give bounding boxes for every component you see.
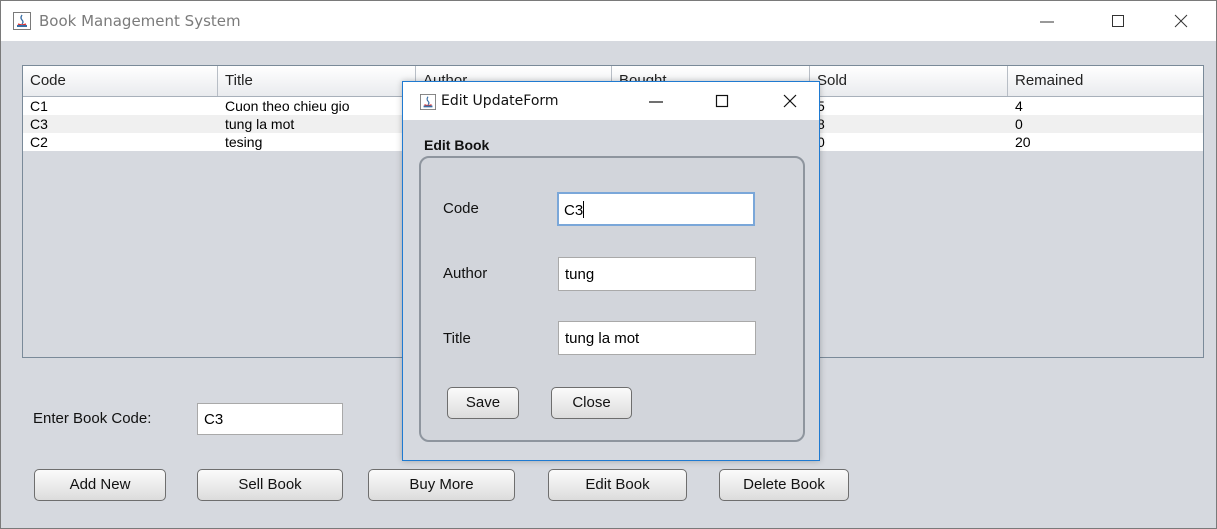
java-app-icon (420, 94, 436, 110)
dialog-maximize-button[interactable] (702, 82, 742, 120)
maximize-icon (1112, 15, 1124, 27)
buy-more-button[interactable]: Buy More (368, 469, 515, 501)
save-button[interactable]: Save (447, 387, 519, 419)
table-cell-remained: 4 (1015, 98, 1023, 114)
close-icon (1174, 14, 1188, 28)
author-field[interactable]: tung (558, 257, 756, 291)
table-cell-title: Cuon theo chieu gio (225, 98, 350, 114)
book-code-label: Enter Book Code: (33, 410, 152, 427)
minimize-icon (1040, 21, 1054, 23)
table-cell-title: tung la mot (225, 116, 295, 132)
table-cell-remained: 0 (1015, 116, 1023, 132)
title-bar[interactable]: Book Management System (1, 1, 1216, 41)
dialog-title-bar[interactable]: Edit UpdateForm (403, 82, 819, 120)
table-cell-code: C3 (30, 116, 48, 132)
add-new-button[interactable]: Add New (34, 469, 166, 501)
window-title: Book Management System (39, 12, 241, 30)
minimize-button[interactable] (1024, 1, 1070, 41)
table-cell-remained: 20 (1015, 134, 1031, 150)
table-cell-title: tesing (225, 134, 263, 150)
dialog-minimize-button[interactable] (636, 82, 676, 120)
code-field[interactable]: C3 (557, 192, 755, 226)
close-dialog-button[interactable]: Close (551, 387, 632, 419)
author-field-label: Author (443, 265, 488, 282)
maximize-icon (715, 94, 729, 108)
sell-book-button[interactable]: Sell Book (197, 469, 343, 501)
column-header-code[interactable]: Code (23, 66, 218, 96)
column-header-title[interactable]: Title (218, 66, 416, 96)
text-caret (583, 201, 585, 218)
code-field-label: Code (443, 200, 479, 217)
minimize-icon (649, 101, 663, 103)
edit-book-heading: Edit Book (424, 137, 490, 153)
close-icon (783, 94, 797, 108)
java-app-icon (13, 12, 31, 30)
column-header-sold[interactable]: Sold (810, 66, 1008, 96)
dialog-title: Edit UpdateForm (441, 93, 559, 109)
book-code-input[interactable]: C3 (197, 403, 343, 435)
column-header-remained[interactable]: Remained (1008, 66, 1203, 96)
dialog-close-button[interactable] (770, 82, 810, 120)
close-button[interactable] (1158, 1, 1204, 41)
edit-update-dialog: Edit UpdateForm Edit Book Code C3 Author… (402, 81, 820, 461)
table-cell-code: C1 (30, 98, 48, 114)
title-field[interactable]: tung la mot (558, 321, 756, 355)
edit-book-panel: Code C3 Author tung Title tung la mot Sa… (419, 156, 805, 442)
title-field-label: Title (443, 330, 471, 347)
maximize-button[interactable] (1095, 1, 1141, 41)
table-cell-code: C2 (30, 134, 48, 150)
edit-book-button[interactable]: Edit Book (548, 469, 687, 501)
code-field-value: C3 (564, 202, 584, 219)
delete-book-button[interactable]: Delete Book (719, 469, 849, 501)
